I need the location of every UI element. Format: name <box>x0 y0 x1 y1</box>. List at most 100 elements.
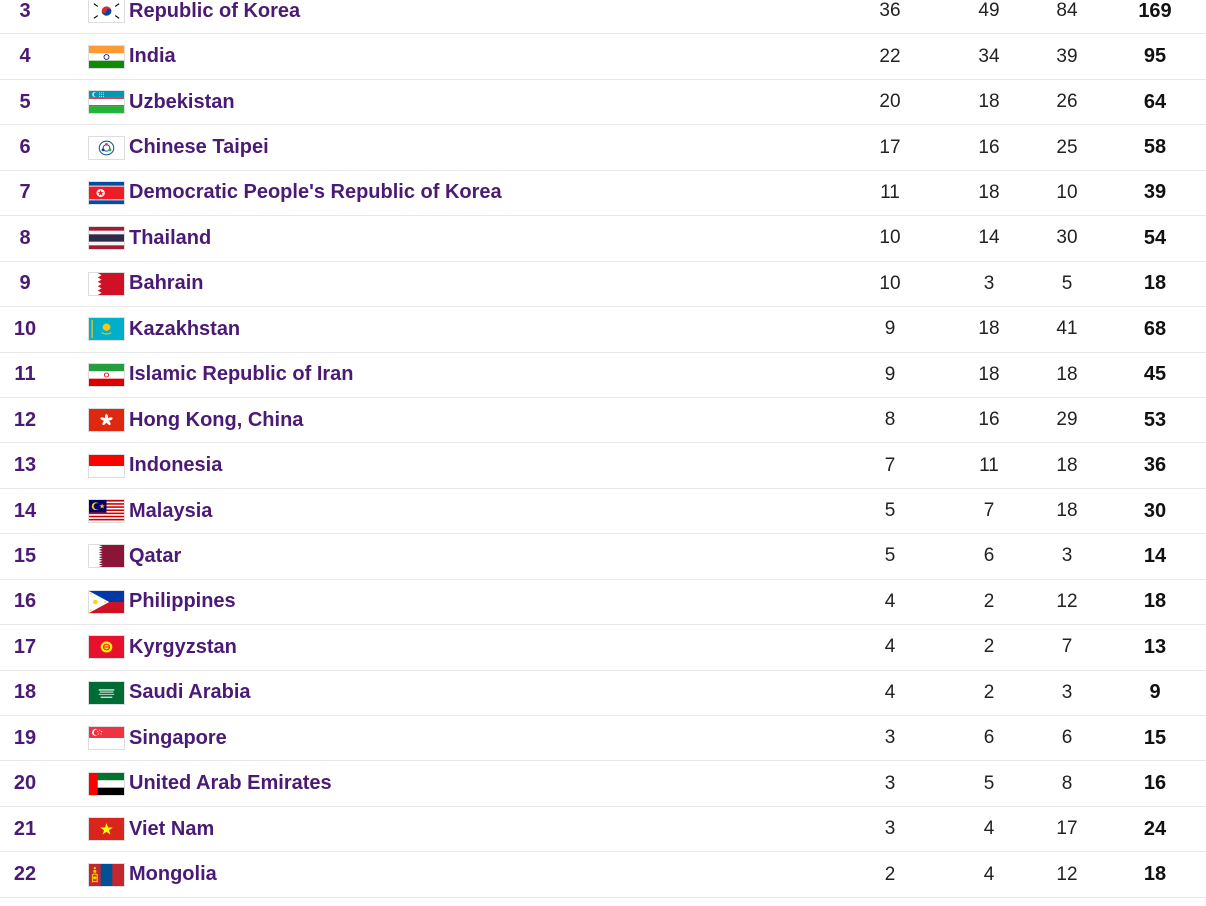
country-link[interactable]: Saudi Arabia <box>129 671 251 715</box>
silver-count: 2 <box>983 681 995 703</box>
total-count: 13 <box>1143 635 1167 658</box>
total-count: 16 <box>1143 772 1167 795</box>
table-row: 4 India 22 34 39 95 <box>0 34 1206 80</box>
gold-count: 17 <box>879 136 901 158</box>
total-count: 53 <box>1143 408 1167 431</box>
bronze-count: 41 <box>1056 318 1078 340</box>
ae-flag-icon <box>88 771 125 796</box>
silver-count: 7 <box>983 500 995 522</box>
bronze-count: 26 <box>1056 91 1078 113</box>
silver-count: 34 <box>978 45 1000 67</box>
silver-count: 18 <box>978 363 1000 385</box>
gold-count: 22 <box>879 45 901 67</box>
rank-cell: 7 <box>19 181 31 204</box>
table-row: 20 United Arab Emirates 3 5 8 16 <box>0 761 1206 807</box>
country-link[interactable]: Kyrgyzstan <box>129 625 237 669</box>
bronze-count: 3 <box>1061 681 1073 703</box>
country-link[interactable]: Hong Kong, China <box>129 398 303 442</box>
sg-flag-icon <box>88 726 125 751</box>
rank-cell: 14 <box>13 499 37 522</box>
rank-cell: 4 <box>19 45 31 68</box>
bronze-count: 6 <box>1061 727 1073 749</box>
gold-count: 4 <box>884 636 896 658</box>
country-link[interactable]: India <box>129 34 176 78</box>
silver-count: 5 <box>983 772 995 794</box>
silver-count: 18 <box>978 318 1000 340</box>
silver-count: 6 <box>983 545 995 567</box>
bronze-count: 17 <box>1056 818 1078 840</box>
rank-cell: 8 <box>19 226 31 249</box>
silver-count: 49 <box>978 0 1000 22</box>
table-row: 11 Islamic Republic of Iran 9 18 18 45 <box>0 353 1206 398</box>
gold-count: 20 <box>879 91 901 113</box>
country-link[interactable]: Uzbekistan <box>129 80 235 124</box>
gold-count: 4 <box>884 681 896 703</box>
country-link[interactable]: Qatar <box>129 534 181 578</box>
gold-count: 10 <box>879 272 901 294</box>
in-flag-icon <box>88 44 125 69</box>
country-link[interactable]: Kazakhstan <box>129 307 240 351</box>
country-link[interactable]: Mongolia <box>129 852 217 896</box>
rank-cell: 12 <box>13 408 37 431</box>
gold-count: 5 <box>884 545 896 567</box>
rank-cell: 22 <box>13 863 37 886</box>
country-link[interactable]: Republic of Korea <box>129 0 300 33</box>
kz-flag-icon <box>88 317 125 342</box>
vn-flag-icon <box>88 817 125 842</box>
kg-flag-icon <box>88 635 125 660</box>
rank-cell: 5 <box>19 90 31 113</box>
bronze-count: 5 <box>1061 272 1073 294</box>
bronze-count: 18 <box>1056 363 1078 385</box>
ph-flag-icon <box>88 589 125 614</box>
country-link[interactable]: Philippines <box>129 580 236 624</box>
country-link[interactable]: United Arab Emirates <box>129 761 332 805</box>
gold-count: 3 <box>884 727 896 749</box>
country-link[interactable]: Chinese Taipei <box>129 125 269 169</box>
rank-cell: 13 <box>13 454 37 477</box>
bronze-count: 3 <box>1061 545 1073 567</box>
table-row: 15 Qatar 5 6 3 14 <box>0 534 1206 580</box>
silver-count: 4 <box>983 818 995 840</box>
table-row: 21 Viet Nam 3 4 17 24 <box>0 807 1206 853</box>
silver-count: 18 <box>978 91 1000 113</box>
table-row: 12 Hong Kong, China 8 16 29 53 <box>0 398 1206 444</box>
country-link[interactable]: Indonesia <box>129 443 222 487</box>
country-link[interactable]: Democratic People's Republic of Korea <box>129 171 502 215</box>
country-link[interactable]: Bahrain <box>129 262 203 306</box>
total-count: 169 <box>1138 0 1172 22</box>
rank-cell: 9 <box>19 272 31 295</box>
hk-flag-icon <box>88 408 125 433</box>
country-link[interactable]: Malaysia <box>129 489 212 533</box>
gold-count: 3 <box>884 818 896 840</box>
table-row: 17 Kyrgyzstan 4 2 7 13 <box>0 625 1206 671</box>
rank-cell: 3 <box>19 0 31 22</box>
gold-count: 3 <box>884 772 896 794</box>
rank-cell: 19 <box>13 726 37 749</box>
my-flag-icon <box>88 499 125 524</box>
silver-count: 14 <box>978 227 1000 249</box>
sa-flag-icon <box>88 680 125 705</box>
table-row: 10 Kazakhstan 9 18 41 68 <box>0 307 1206 353</box>
bronze-count: 39 <box>1056 45 1078 67</box>
total-count: 68 <box>1143 317 1167 340</box>
gold-count: 9 <box>884 363 896 385</box>
country-link[interactable]: Thailand <box>129 216 211 260</box>
table-row: 5 Uzbekistan 20 18 26 64 <box>0 80 1206 126</box>
gold-count: 7 <box>884 454 896 476</box>
country-link[interactable]: Viet Nam <box>129 807 214 851</box>
bronze-count: 30 <box>1056 227 1078 249</box>
rank-cell: 11 <box>14 363 36 386</box>
bronze-count: 12 <box>1056 863 1078 885</box>
bronze-count: 8 <box>1061 772 1073 794</box>
total-count: 14 <box>1143 544 1167 567</box>
bronze-count: 29 <box>1056 409 1078 431</box>
silver-count: 18 <box>978 181 1000 203</box>
uz-flag-icon <box>88 90 125 115</box>
total-count: 58 <box>1143 136 1167 159</box>
table-row: 18 Saudi Arabia 4 2 3 9 <box>0 671 1206 716</box>
ir-flag-icon <box>88 362 125 387</box>
total-count: 64 <box>1143 90 1167 113</box>
country-link[interactable]: Islamic Republic of Iran <box>129 353 354 397</box>
country-link[interactable]: Singapore <box>129 716 227 760</box>
gold-count: 2 <box>884 863 896 885</box>
